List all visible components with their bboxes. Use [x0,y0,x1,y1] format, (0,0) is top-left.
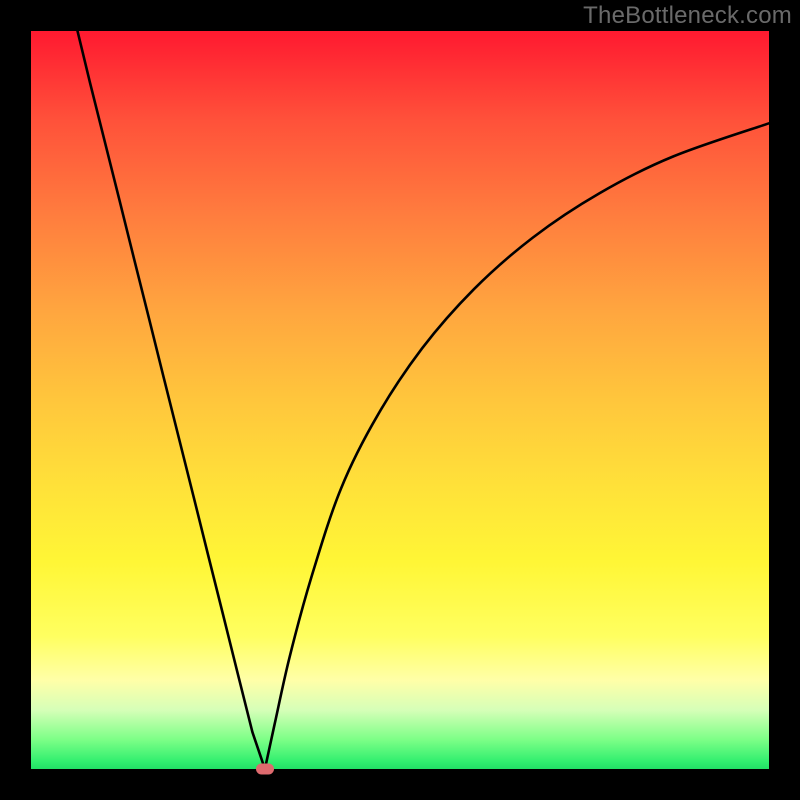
min-marker [256,764,274,775]
curve-path [78,31,770,769]
bottleneck-curve [31,31,769,769]
chart-frame: TheBottleneck.com [0,0,800,800]
plot-area [31,31,769,769]
watermark-text: TheBottleneck.com [583,2,792,30]
